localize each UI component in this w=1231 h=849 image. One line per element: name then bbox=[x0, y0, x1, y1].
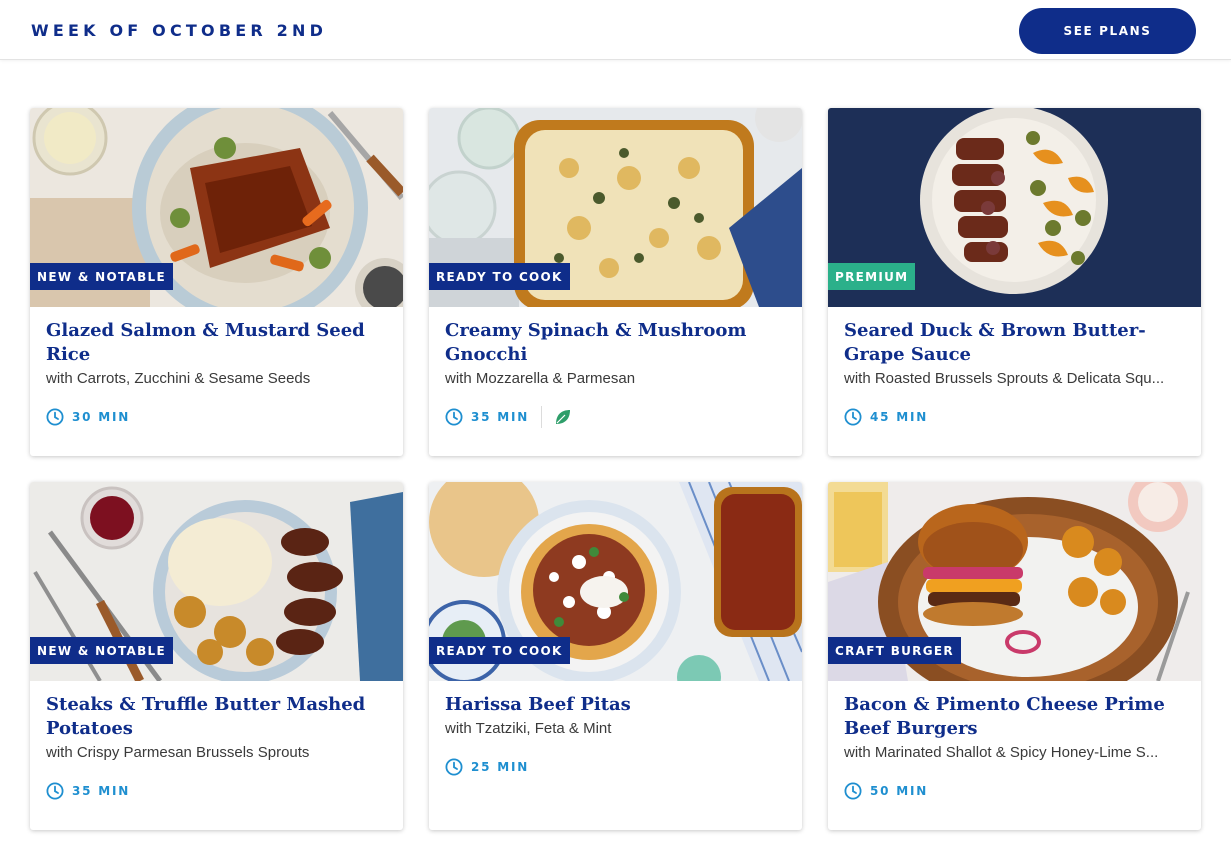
cook-time: 30 MIN bbox=[72, 410, 131, 424]
clock-icon bbox=[445, 408, 463, 426]
recipe-subtitle: with Carrots, Zucchini & Sesame Seeds bbox=[46, 370, 311, 387]
recipe-title[interactable]: Bacon & Pimento Cheese Prime Beef Burger… bbox=[844, 693, 1185, 741]
recipe-image[interactable]: READY TO COOK bbox=[429, 482, 802, 681]
meta-divider bbox=[541, 406, 543, 428]
recipe-meta: 25 MIN bbox=[445, 757, 786, 777]
recipe-card[interactable]: CRAFT BURGER Bacon & Pimento Cheese Prim… bbox=[828, 482, 1201, 830]
recipe-card[interactable]: NEW & NOTABLE Glazed Salmon & Mustard Se… bbox=[30, 108, 403, 456]
recipe-subtitle: with Roasted Brussels Sprouts & Delicata… bbox=[844, 370, 1165, 387]
recipe-title[interactable]: Glazed Salmon & Mustard Seed Rice bbox=[46, 319, 387, 367]
recipe-meta: 50 MIN bbox=[844, 781, 1185, 801]
cook-time: 35 MIN bbox=[471, 410, 530, 424]
clock-icon bbox=[844, 408, 862, 426]
recipe-subtitle: with Crispy Parmesan Brussels Sprouts bbox=[46, 744, 310, 761]
cook-time: 45 MIN bbox=[870, 410, 929, 424]
recipe-tag: NEW & NOTABLE bbox=[30, 263, 173, 290]
cook-time: 25 MIN bbox=[471, 760, 530, 774]
clock-icon bbox=[46, 408, 64, 426]
clock-icon bbox=[844, 782, 862, 800]
recipe-subtitle: with Marinated Shallot & Spicy Honey-Lim… bbox=[844, 744, 1159, 761]
recipe-image[interactable]: NEW & NOTABLE bbox=[30, 482, 403, 681]
clock-icon bbox=[445, 758, 463, 776]
recipe-card[interactable]: READY TO COOK Creamy Spinach & Mushroom … bbox=[429, 108, 802, 456]
cook-time: 50 MIN bbox=[870, 784, 929, 798]
recipe-tag: READY TO COOK bbox=[429, 637, 570, 664]
cook-time: 35 MIN bbox=[72, 784, 131, 798]
recipe-card[interactable]: READY TO COOK Harissa Beef Pitas with Tz… bbox=[429, 482, 802, 830]
recipe-tag: PREMIUM bbox=[828, 263, 916, 290]
clock-icon bbox=[46, 782, 64, 800]
recipe-image[interactable]: READY TO COOK bbox=[429, 108, 802, 307]
recipe-subtitle: with Mozzarella & Parmesan bbox=[445, 370, 636, 387]
see-plans-button[interactable]: SEE PLANS bbox=[1019, 8, 1196, 54]
recipe-image[interactable]: PREMIUM bbox=[828, 108, 1201, 307]
recipe-title[interactable]: Seared Duck & Brown Butter-Grape Sauce bbox=[844, 319, 1185, 367]
recipe-title[interactable]: Harissa Beef Pitas bbox=[445, 693, 786, 717]
recipe-card[interactable]: NEW & NOTABLE Steaks & Truffle Butter Ma… bbox=[30, 482, 403, 830]
recipe-meta: 30 MIN bbox=[46, 407, 387, 427]
recipe-meta: 35 MIN bbox=[46, 781, 387, 801]
recipe-meta: 45 MIN bbox=[844, 407, 1185, 427]
recipe-meta: 35 MIN bbox=[445, 406, 786, 428]
recipe-image[interactable]: NEW & NOTABLE bbox=[30, 108, 403, 307]
recipe-title[interactable]: Steaks & Truffle Butter Mashed Potatoes bbox=[46, 693, 387, 741]
leaf-icon bbox=[556, 410, 571, 424]
recipe-tag: NEW & NOTABLE bbox=[30, 637, 173, 664]
recipe-tag: READY TO COOK bbox=[429, 263, 570, 290]
recipe-title[interactable]: Creamy Spinach & Mushroom Gnocchi bbox=[445, 319, 786, 367]
recipe-tag: CRAFT BURGER bbox=[828, 637, 961, 664]
recipe-image[interactable]: CRAFT BURGER bbox=[828, 482, 1201, 681]
top-bar: WEEK OF OCTOBER 2ND SEE PLANS bbox=[0, 0, 1231, 60]
recipe-subtitle: with Tzatziki, Feta & Mint bbox=[445, 720, 612, 737]
recipe-card[interactable]: PREMIUM Seared Duck & Brown Butter-Grape… bbox=[828, 108, 1201, 456]
week-title: WEEK OF OCTOBER 2ND bbox=[31, 21, 328, 40]
